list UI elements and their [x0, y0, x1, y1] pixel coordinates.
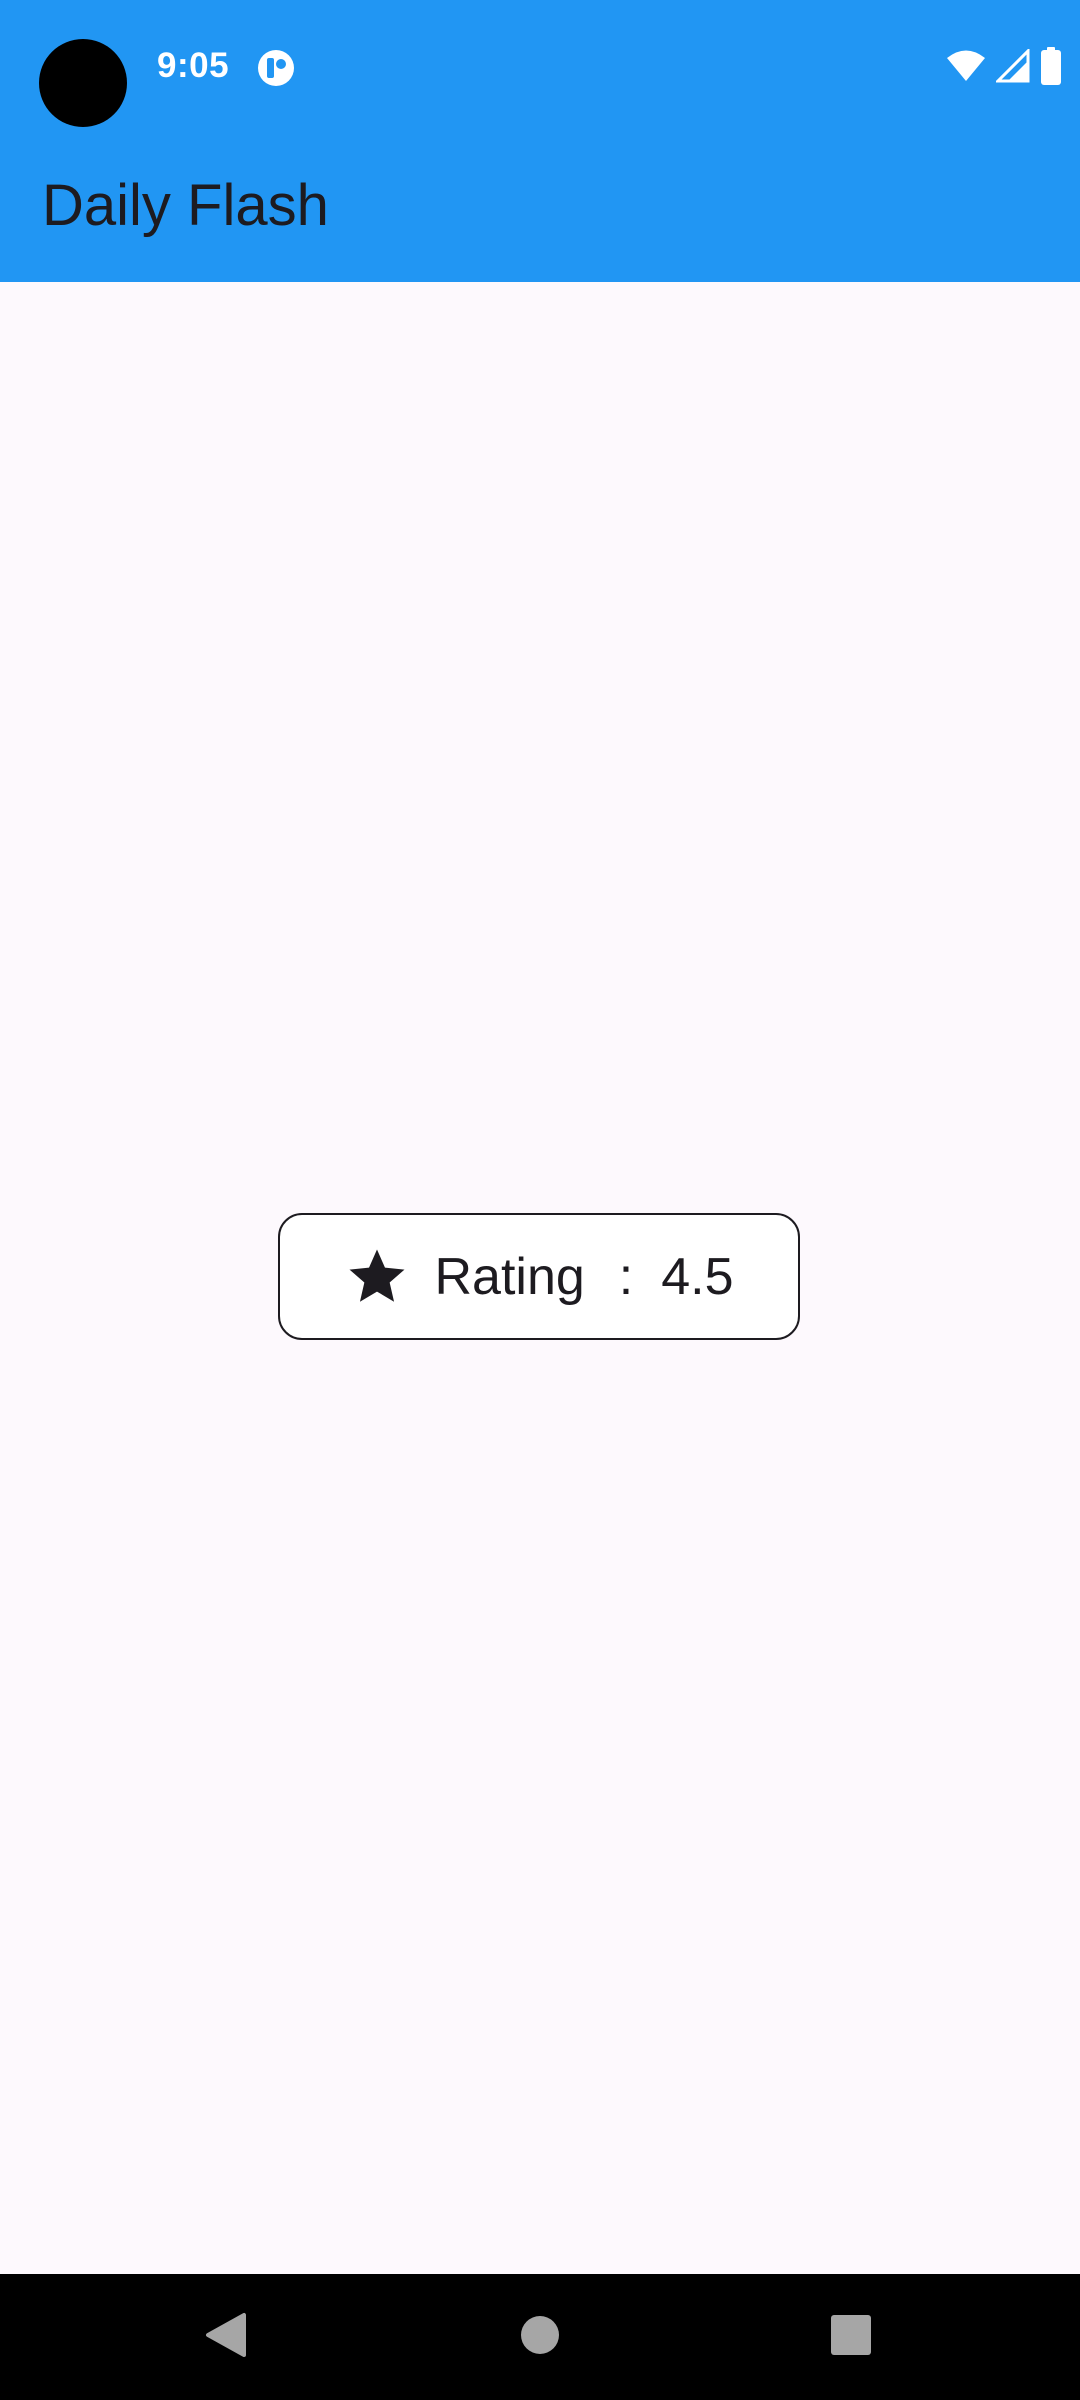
battery-icon [1040, 46, 1062, 90]
recents-icon [830, 2314, 872, 2361]
back-icon [204, 2311, 248, 2364]
rating-label: Rating [434, 1247, 585, 1306]
navigation-bar [0, 2274, 1080, 2400]
status-time: 9:05 [157, 46, 230, 85]
home-icon [520, 2315, 560, 2360]
camera-cutout [39, 39, 127, 127]
star-icon [344, 1244, 410, 1310]
top-app-bar: 9:05 Daily Flash [0, 0, 1080, 282]
system-icons [946, 46, 1062, 90]
rating-separator: : [618, 1247, 634, 1306]
rating-chip[interactable]: Rating : 4.5 [278, 1213, 800, 1340]
app-notification-icon [256, 48, 296, 88]
back-button[interactable] [166, 2274, 286, 2400]
status-bar: 9:05 [0, 0, 1080, 136]
wifi-icon [946, 49, 986, 88]
rating-value: 4.5 [661, 1247, 734, 1306]
screen: 9:05 Daily Flash Rating: 4.5 [0, 0, 1080, 2400]
recents-button[interactable] [791, 2274, 911, 2400]
home-button[interactable] [480, 2274, 600, 2400]
cellular-signal-icon [994, 46, 1030, 88]
app-title: Daily Flash [42, 173, 329, 238]
